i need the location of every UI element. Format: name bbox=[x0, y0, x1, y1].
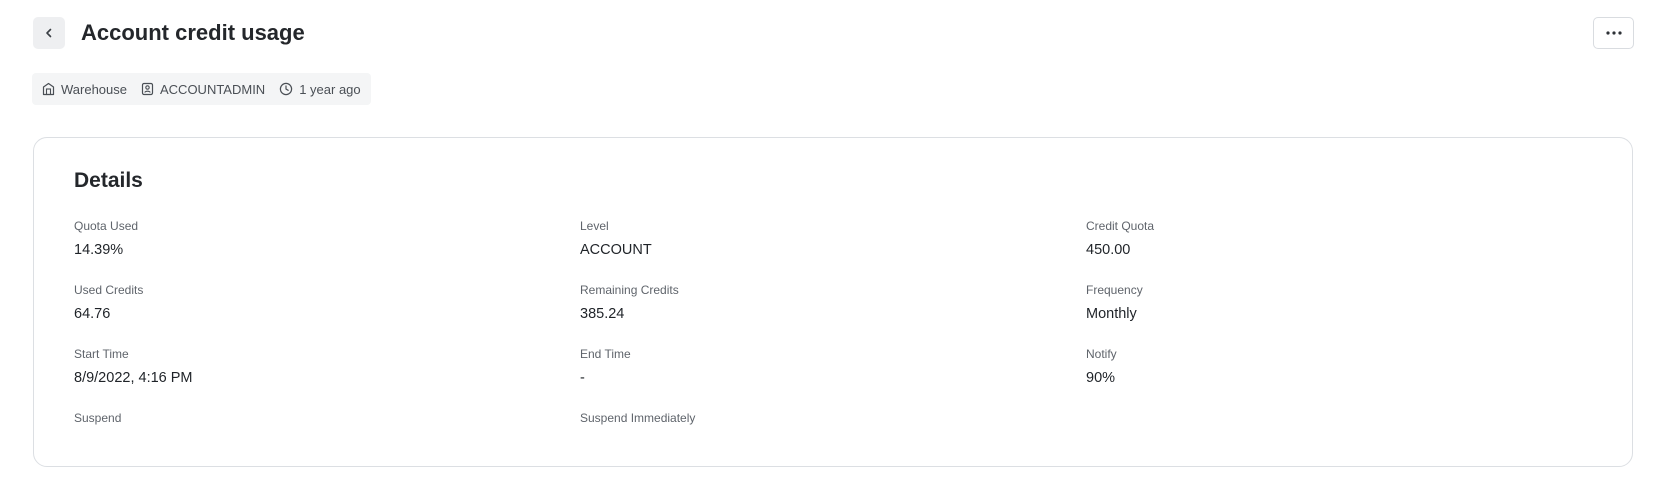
field-label: Suspend bbox=[74, 411, 122, 425]
details-card: Details Quota Used 14.39% Level ACCOUNT … bbox=[33, 137, 1633, 467]
field-value: Monthly bbox=[1086, 306, 1137, 322]
meta-type: Warehouse bbox=[42, 82, 127, 97]
field-quota-used: Quota Used 14.39% bbox=[74, 218, 138, 259]
user-badge-icon bbox=[141, 82, 154, 96]
field-value: 450.00 bbox=[1086, 242, 1131, 258]
meta-type-label: Warehouse bbox=[61, 81, 127, 97]
meta-owner: ACCOUNTADMIN bbox=[141, 82, 265, 97]
page-title: Account credit usage bbox=[81, 20, 305, 45]
meta-bar: Warehouse ACCOUNTADMIN 1 year ago bbox=[32, 73, 371, 105]
field-label: Frequency bbox=[1086, 283, 1143, 297]
field-value: 64.76 bbox=[74, 306, 111, 322]
field-label: Quota Used bbox=[74, 219, 139, 233]
ellipsis-icon bbox=[1605, 31, 1622, 35]
field-label: End Time bbox=[580, 347, 631, 361]
field-label: Level bbox=[580, 219, 609, 233]
meta-time: 1 year ago bbox=[279, 81, 361, 97]
field-label: Notify bbox=[1086, 347, 1117, 361]
field-value: 14.39% bbox=[74, 242, 124, 258]
field-value: ACCOUNT bbox=[580, 242, 652, 258]
field-value: 385.24 bbox=[580, 306, 625, 322]
field-suspend: Suspend bbox=[74, 410, 121, 433]
more-options-button[interactable] bbox=[1593, 17, 1634, 49]
field-start-time: Start Time 8/9/2022, 4:16 PM bbox=[74, 346, 193, 387]
field-label: Remaining Credits bbox=[580, 283, 679, 297]
field-credit-quota: Credit Quota 450.00 bbox=[1086, 218, 1154, 259]
back-button[interactable] bbox=[33, 17, 65, 49]
field-label: Credit Quota bbox=[1086, 219, 1155, 233]
meta-owner-label: ACCOUNTADMIN bbox=[160, 81, 266, 97]
field-end-time: End Time - bbox=[580, 346, 631, 387]
page: Account credit usage Warehouse ACCOUNTAD… bbox=[0, 0, 1657, 486]
field-used-credits: Used Credits 64.76 bbox=[74, 282, 143, 323]
field-suspend-immediately: Suspend Immediately bbox=[580, 410, 695, 433]
meta-time-label: 1 year ago bbox=[299, 81, 361, 97]
field-notify: Notify 90% bbox=[1086, 346, 1117, 387]
field-label: Used Credits bbox=[74, 283, 144, 297]
field-value: 8/9/2022, 4:16 PM bbox=[74, 370, 193, 386]
field-value: - bbox=[580, 370, 585, 386]
details-title: Details bbox=[74, 169, 143, 192]
chevron-left-icon bbox=[46, 28, 52, 38]
field-label: Start Time bbox=[74, 347, 129, 361]
field-remaining-credits: Remaining Credits 385.24 bbox=[580, 282, 679, 323]
warehouse-icon bbox=[42, 82, 55, 96]
field-label: Suspend Immediately bbox=[580, 411, 696, 425]
field-value: 90% bbox=[1086, 370, 1116, 386]
field-level: Level ACCOUNT bbox=[580, 218, 652, 259]
field-frequency: Frequency Monthly bbox=[1086, 282, 1143, 323]
clock-icon bbox=[280, 82, 293, 96]
